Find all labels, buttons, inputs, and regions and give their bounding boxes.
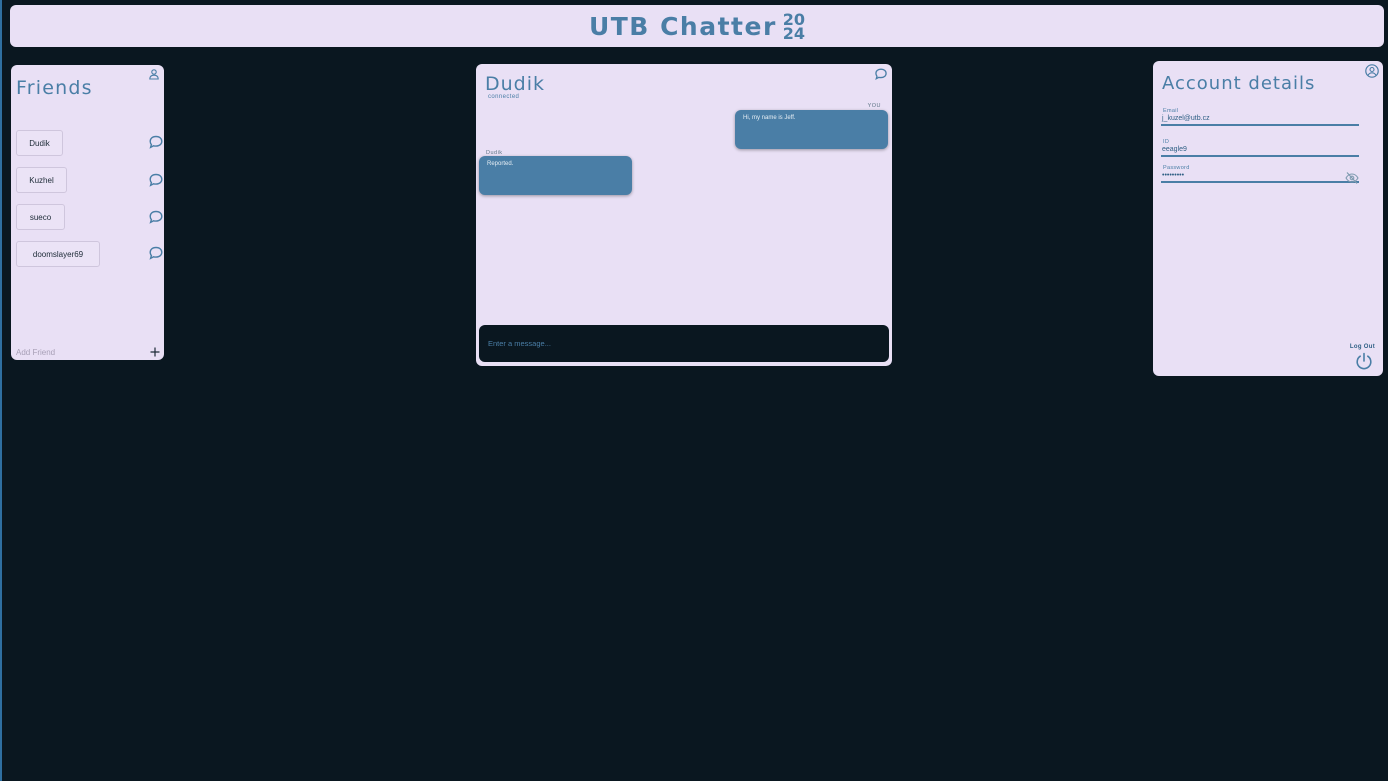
app-title: UTB Chatter (588, 11, 777, 41)
friend-chip[interactable]: doomslayer69 (16, 241, 100, 267)
email-value[interactable]: j_kuzel@utb.cz (1161, 114, 1359, 126)
connection-status: connected (488, 94, 520, 100)
person-icon[interactable] (148, 68, 160, 80)
app-header: UTB Chatter 20 24 (10, 5, 1384, 47)
friend-row: Kuzhel (16, 167, 164, 193)
message-input-container (479, 325, 889, 362)
message-input[interactable] (479, 325, 889, 362)
message-bubble-outgoing: Hi, my name is Jeff. (735, 110, 888, 149)
power-icon[interactable] (1354, 351, 1374, 371)
app-root: UTB Chatter 20 24 Friends Dudik Kuzhel s… (0, 0, 1388, 781)
id-value[interactable]: eeagle9 (1161, 145, 1359, 157)
chat-bubble-icon[interactable] (148, 209, 164, 225)
account-title: Account details (1162, 73, 1316, 94)
account-panel: Account details Email j_kuzel@utb.cz ID … (1153, 61, 1383, 376)
friend-chip[interactable]: Kuzhel (16, 167, 67, 193)
chat-contact-name: Dudik (485, 73, 546, 95)
friend-chip[interactable]: sueco (16, 204, 65, 230)
friend-row: sueco (16, 204, 164, 230)
friend-row: Dudik (16, 130, 164, 156)
message-sender: YOU (867, 103, 881, 109)
year-bottom: 24 (782, 24, 806, 43)
chat-panel: Dudik connected YOU Hi, my name is Jeff.… (476, 64, 892, 366)
friends-panel: Friends Dudik Kuzhel sueco doomslayer69 … (11, 65, 164, 360)
eye-off-icon[interactable] (1345, 171, 1359, 185)
friend-row: doomslayer69 (16, 241, 164, 267)
chat-bubble-icon[interactable] (148, 245, 164, 261)
password-value[interactable]: ••••••••• (1161, 171, 1359, 183)
chat-bubble-icon[interactable] (874, 67, 888, 81)
account-circle-icon[interactable] (1365, 64, 1379, 78)
chat-bubble-icon[interactable] (148, 134, 164, 150)
plus-icon[interactable] (150, 347, 160, 357)
message-bubble-incoming: Reported. (479, 156, 632, 195)
logout-label: Log Out (1349, 344, 1375, 350)
friend-chip[interactable]: Dudik (16, 130, 63, 156)
friends-title: Friends (16, 77, 93, 99)
password-field: Password ••••••••• (1161, 165, 1359, 185)
chat-bubble-icon[interactable] (148, 172, 164, 188)
add-friend-input[interactable]: Add Friend (16, 348, 55, 357)
app-year: 20 24 (782, 12, 806, 43)
email-field: Email j_kuzel@utb.cz (1161, 108, 1359, 126)
id-field: ID eeagle9 (1161, 139, 1359, 157)
